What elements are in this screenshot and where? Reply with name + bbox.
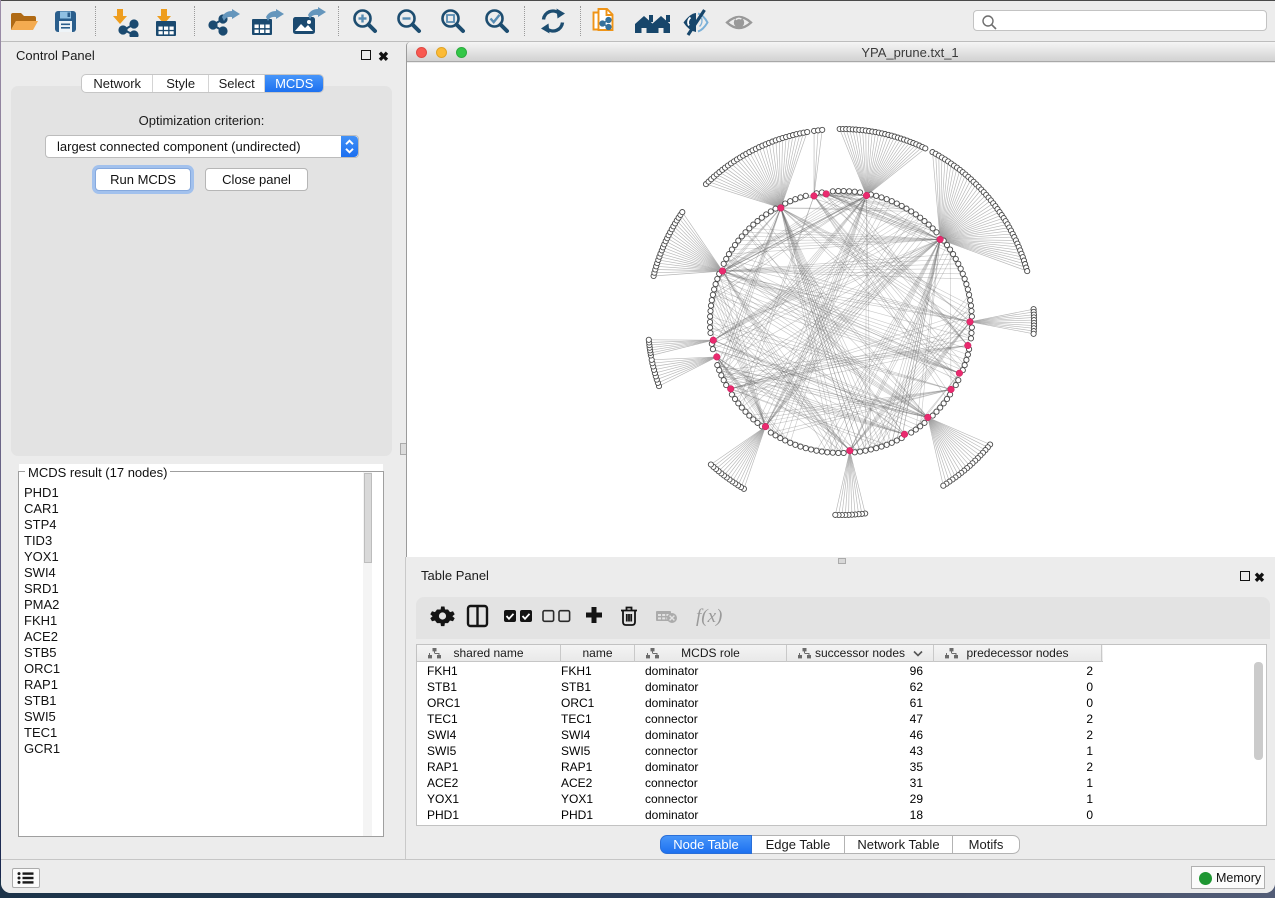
svg-text:f(x): f(x) [696, 606, 722, 627]
